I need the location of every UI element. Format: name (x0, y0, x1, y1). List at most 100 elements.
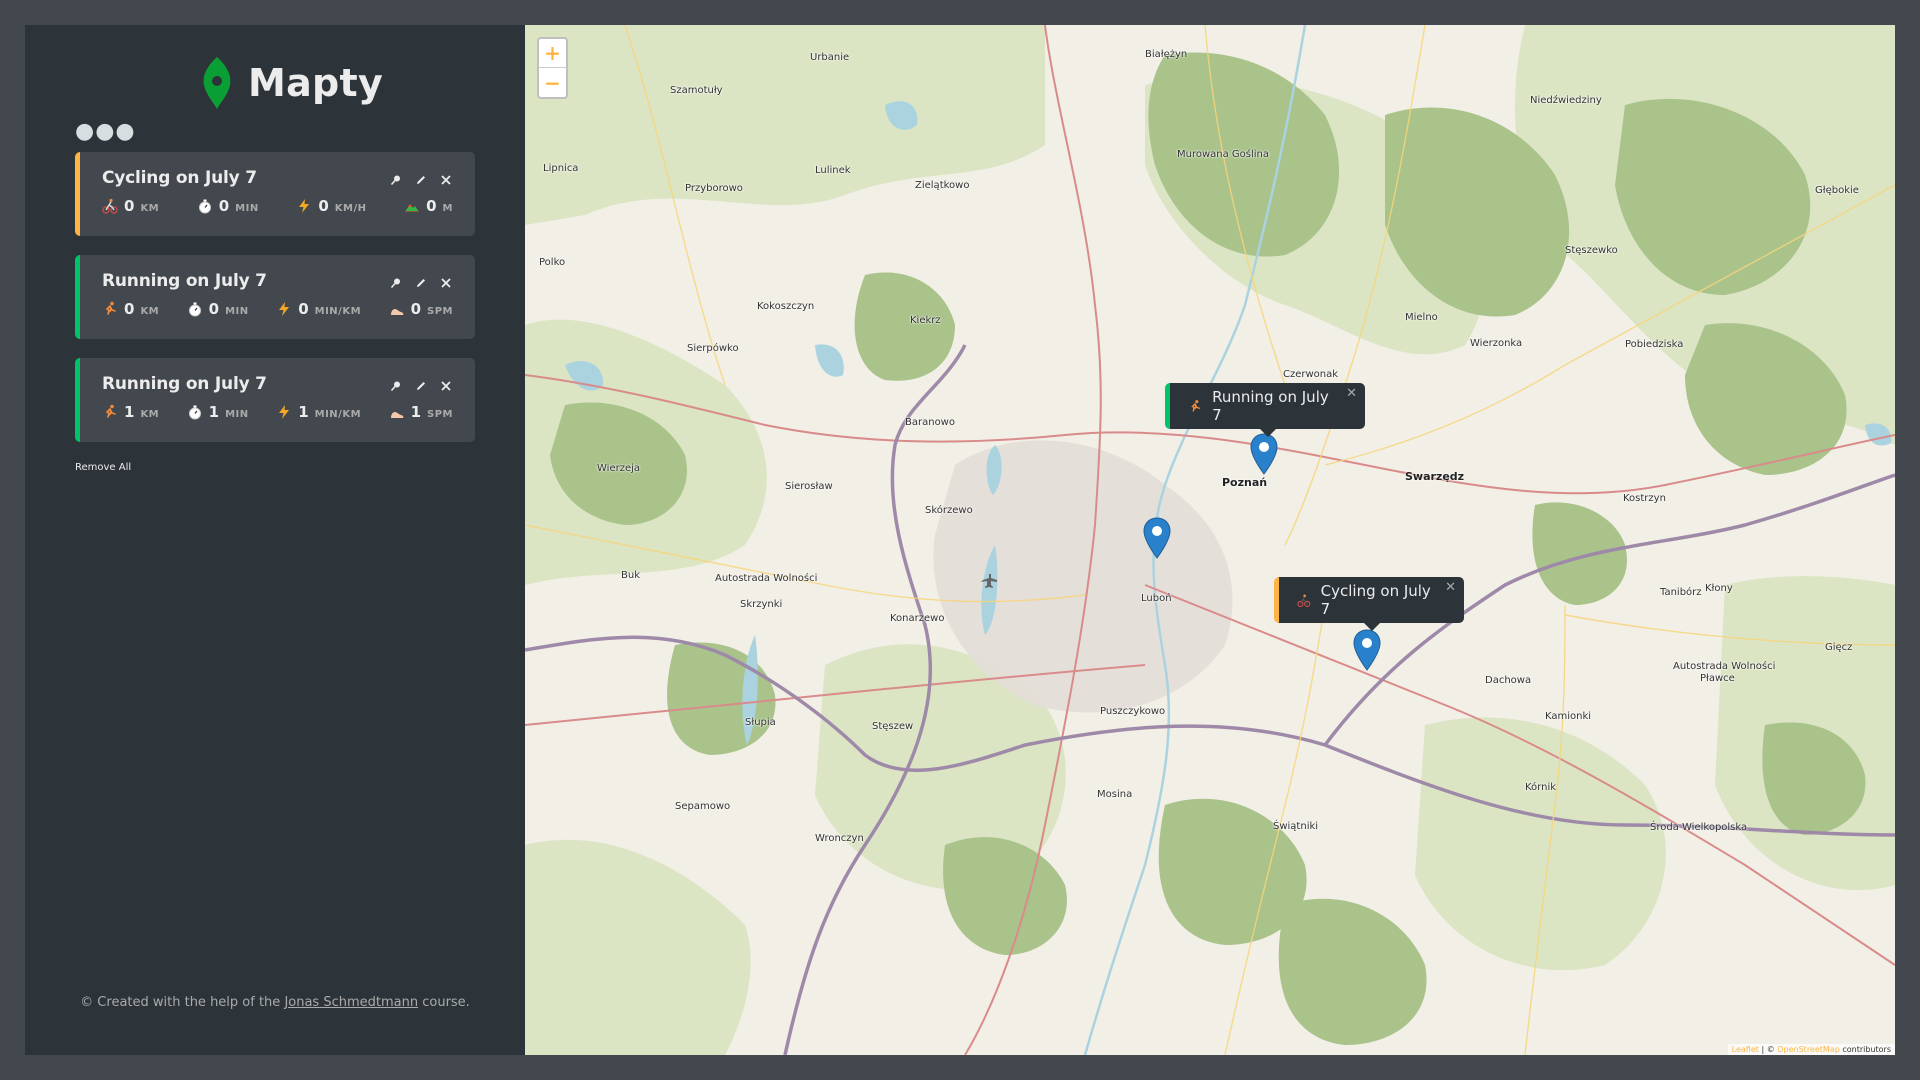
workout-stat: 0 MIN/KM (276, 300, 361, 318)
place-label: Kiekrz (910, 315, 941, 326)
stat-unit: SPM (427, 409, 453, 420)
stat-unit: MIN/KM (314, 306, 362, 317)
copyright-suffix: course. (418, 995, 470, 1010)
workout-popup-running[interactable]: Running on July 7 ✕ (1165, 383, 1365, 437)
popup-close-icon[interactable]: ✕ (1346, 386, 1357, 401)
popup-tip (1259, 429, 1276, 437)
place-label: Sierpówko (687, 343, 739, 354)
stat-value: 0 (410, 300, 421, 318)
workout-stat: 1 MIN (187, 403, 249, 421)
place-label: Autostrada Wolności (1673, 661, 1776, 672)
workout-stats: 0 KM 0 MIN 0 KM/H 0 M (102, 197, 453, 215)
workout-actions (388, 172, 453, 187)
stat-value: 1 (208, 403, 220, 421)
place-label: Wierzeja (597, 463, 641, 474)
edit-pencil-icon[interactable] (413, 275, 428, 290)
place-label: Dachowa (1485, 675, 1532, 686)
place-label: Mielno (1405, 312, 1438, 323)
stat-value: 0 (208, 300, 220, 318)
workout-stats: 1 KM 1 MIN 1 MIN/KM 1 SPM (102, 403, 453, 421)
workout-stats: 0 KM 0 MIN 0 MIN/KM 0 SPM (102, 300, 453, 318)
zoom-out-button[interactable]: − (539, 68, 566, 97)
cyclist-icon (102, 198, 118, 214)
workout-card-cycling[interactable]: Cycling on July 7 0 KM 0 MIN 0 KM/H 0 M (75, 152, 475, 236)
workout-actions (388, 378, 453, 393)
place-label: Stęszewko (1565, 245, 1618, 256)
workout-stat: 0 KM (102, 197, 159, 215)
place-label: Świątniki (1273, 821, 1319, 832)
sidebar: Mapty ●●● Cycling on July 7 0 KM 0 MIN 0 KM/H 0… (25, 25, 525, 1055)
edit-pencil-icon[interactable] (413, 172, 428, 187)
stat-value: 1 (298, 403, 309, 421)
workout-stat: 0 SPM (389, 300, 453, 318)
zoom-in-button[interactable]: + (539, 39, 566, 68)
workout-stat: 0 MIN (187, 300, 249, 318)
place-label: Pobiedziska (1625, 339, 1684, 350)
stat-value: 0 (298, 300, 309, 318)
delete-close-icon[interactable] (438, 172, 453, 187)
lightning-icon (279, 302, 290, 316)
delete-close-icon[interactable] (438, 378, 453, 393)
remove-all-button[interactable]: Remove All (75, 462, 131, 473)
workout-stat: 1 MIN/KM (276, 403, 361, 421)
lightning-icon (279, 405, 290, 419)
place-label: Przyborowo (685, 183, 743, 194)
attribution-suffix: contributors (1839, 1045, 1891, 1054)
edit-pencil-icon[interactable] (413, 378, 428, 393)
place-label: Baranowo (905, 417, 955, 428)
stat-unit: KM (140, 306, 160, 317)
place-label: Kamionki (1545, 711, 1592, 722)
more-menu-icon[interactable]: ●●● (75, 121, 136, 143)
map-marker-icon[interactable] (1353, 629, 1381, 671)
osm-link[interactable]: OpenStreetMap (1777, 1045, 1840, 1054)
popup-close-icon[interactable]: ✕ (1445, 580, 1456, 595)
stat-unit: MIN (225, 409, 249, 420)
stat-unit: KM (140, 203, 160, 214)
workout-stat: 0 KM/H (296, 197, 366, 215)
place-label: Lulinek (815, 165, 851, 176)
locate-pin-icon[interactable] (388, 275, 403, 290)
lightning-icon (299, 199, 310, 213)
place-label: Niedźwiedziny (1530, 95, 1602, 106)
app-container: Mapty ●●● Cycling on July 7 0 KM 0 MIN 0 KM/H 0… (25, 25, 1895, 1055)
place-label: Buk (621, 570, 640, 581)
workout-stat: 1 SPM (389, 403, 453, 421)
place-label: Urbanie (810, 52, 850, 63)
place-label: Konarzewo (890, 613, 945, 624)
workout-card-running[interactable]: Running on July 7 1 KM 1 MIN 1 MIN/KM 1 SPM (75, 358, 475, 442)
place-label: Kokoszczyn (757, 301, 815, 312)
place-label: Wronczyn (815, 833, 864, 844)
popup-text: Cycling on July 7 (1320, 582, 1431, 618)
leaflet-link[interactable]: Leaflet (1732, 1045, 1759, 1054)
locate-pin-icon[interactable] (388, 172, 403, 187)
app-title: Mapty (248, 61, 384, 105)
place-label: Pławce (1700, 673, 1735, 684)
map-marker-icon[interactable] (1250, 433, 1278, 475)
stopwatch-icon (188, 405, 201, 420)
popup-text: Running on July 7 (1212, 388, 1329, 424)
runner-icon (105, 301, 116, 315)
place-label: Sierosław (785, 481, 833, 492)
workout-stat: 0 KM (102, 300, 159, 318)
workout-actions (388, 275, 453, 290)
locate-pin-icon[interactable] (388, 378, 403, 393)
map-attribution: Leaflet | © OpenStreetMap contributors (1727, 1044, 1895, 1055)
stat-unit: MIN/KM (314, 409, 362, 420)
place-label: Kłony (1705, 583, 1733, 594)
map[interactable]: Urbanie Białężyn Szamotuły Lipnica Lulinek Pr… (525, 25, 1895, 1055)
map-marker-icon[interactable] (1143, 517, 1171, 559)
author-link[interactable]: Jonas Schmedtmann (284, 995, 418, 1010)
stopwatch-icon (198, 199, 211, 214)
stat-value: 0 (124, 300, 135, 318)
delete-close-icon[interactable] (438, 275, 453, 290)
workout-popup-cycling[interactable]: Cycling on July 7 ✕ (1274, 577, 1464, 631)
stat-unit: MIN (235, 203, 259, 214)
workout-card-running[interactable]: Running on July 7 0 KM 0 MIN 0 MIN/KM 0 SPM (75, 255, 475, 339)
workout-stat: 0M (404, 197, 453, 215)
map-tiles (525, 25, 1895, 1055)
place-label: Skrzynki (740, 599, 783, 610)
place-label: Polko (539, 257, 566, 268)
stat-value: 0 (124, 197, 135, 215)
zoom-control: + − (537, 37, 568, 99)
place-label: Czerwonak (1283, 369, 1339, 380)
